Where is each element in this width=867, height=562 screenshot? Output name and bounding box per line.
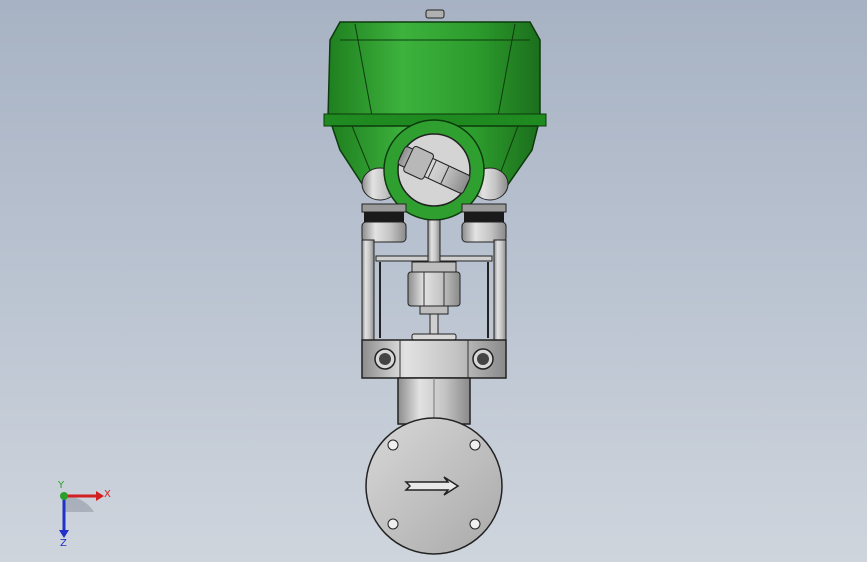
valve-body [365, 417, 503, 555]
top-cap [425, 9, 445, 19]
y-axis-origin [60, 492, 68, 500]
bonnet-neck [397, 377, 471, 425]
stem-coupling [407, 219, 461, 341]
z-axis-label: Z [60, 538, 67, 548]
cad-viewport[interactable]: X Y Z [0, 0, 867, 562]
valve-assembly-model[interactable] [0, 0, 867, 562]
triad-plane [64, 495, 94, 512]
bonnet-flange [361, 339, 507, 379]
coordinate-triad: X Y Z [40, 478, 120, 549]
y-axis-label: Y [57, 480, 65, 491]
x-axis-label: X [104, 489, 111, 500]
